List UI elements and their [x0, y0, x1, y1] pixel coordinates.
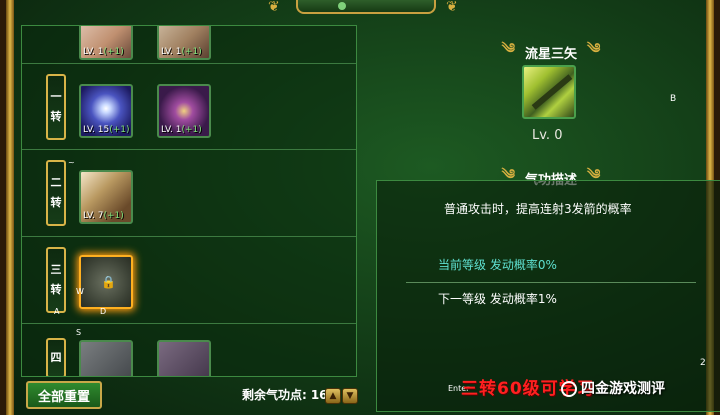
- current-level-effect: 当前等级 发动概率0%: [438, 258, 557, 272]
- scroll-up-icon[interactable]: ▲: [325, 388, 341, 404]
- top-ornament: ❦ ❦: [6, 0, 720, 20]
- hotkey-label: ~: [68, 158, 75, 167]
- watermark: 四金游戏测评: [561, 378, 665, 398]
- skill-level-label: LV. 15(+1): [83, 125, 130, 135]
- hotkey-label: B: [670, 94, 677, 104]
- skill-level-label: LV. 1(+1): [161, 125, 202, 135]
- skill-slot[interactable]: [157, 340, 211, 376]
- frame-border-left: [6, 0, 14, 415]
- divider: [406, 282, 696, 283]
- selected-skill-level: Lv. 0: [532, 128, 563, 143]
- hotkey-label: W: [76, 287, 84, 296]
- title-plate: [296, 0, 436, 14]
- lock-icon: 🔒: [101, 275, 116, 289]
- swirl-ornament-icon: ❦: [446, 0, 458, 15]
- skill-row-top: LV. 1(+1) LV. 1(+1): [22, 26, 356, 64]
- rank-tab-3[interactable]: 三转: [46, 247, 66, 313]
- title-gem-icon: [338, 2, 346, 10]
- cloud-ornament-icon: ༄: [501, 41, 515, 57]
- skill-row-rank-2: 二转 ~ LV. 7(+1): [22, 150, 356, 237]
- hotkey-label: S: [76, 328, 82, 337]
- skill-slot-selected[interactable]: 🔒: [79, 255, 133, 309]
- reset-all-button[interactable]: 全部重置: [26, 381, 102, 409]
- selected-skill-icon: [522, 65, 576, 119]
- skill-slot[interactable]: [79, 340, 133, 376]
- remaining-points: 剩余气功点: 16: [242, 386, 328, 403]
- cloud-ornament-icon: ༄: [587, 41, 601, 57]
- skill-slot[interactable]: LV. 1(+1): [157, 26, 211, 60]
- skill-row-rank-1: 一转 LV. 15(+1) LV. 1(+1): [22, 64, 356, 150]
- skill-row-rank-3: 三转 🔒 W A D: [22, 237, 356, 324]
- hotkey-label: 2: [700, 358, 706, 368]
- skill-slot[interactable]: LV. 1(+1): [79, 26, 133, 60]
- skill-slot[interactable]: LV. 7(+1): [79, 170, 133, 224]
- next-level-effect: 下一等级 发动概率1%: [438, 292, 557, 306]
- rank-tab-1[interactable]: 一转: [46, 74, 66, 140]
- skill-level-label: LV. 1(+1): [161, 47, 202, 57]
- watermark-logo-icon: [561, 381, 577, 397]
- scroll-down-icon[interactable]: ▼: [342, 388, 358, 404]
- skill-slot[interactable]: LV. 15(+1): [79, 84, 133, 138]
- arrow-streak-icon: [531, 74, 573, 110]
- hotkey-label: D: [100, 307, 107, 316]
- rank-tab-4[interactable]: 四: [46, 338, 66, 376]
- rank-tab-2[interactable]: 二转: [46, 160, 66, 226]
- hotkey-label: A: [54, 307, 60, 316]
- skill-slot[interactable]: LV. 1(+1): [157, 84, 211, 138]
- skill-tree-panel[interactable]: LV. 1(+1) LV. 1(+1) 一转 LV. 15(+1) LV. 1(…: [21, 25, 357, 377]
- skill-row-rank-4: S 四: [22, 324, 356, 376]
- game-window: ❦ ❦ LV. 1(+1) LV. 1(+1) 一转 LV. 15(+1) LV…: [0, 0, 720, 415]
- skill-level-label: LV. 1(+1): [83, 47, 124, 57]
- watermark-text: 四金游戏测评: [581, 381, 665, 397]
- skill-description: 普通攻击时，提高连射3发箭的概率: [444, 202, 632, 216]
- skill-name: 流星三矢: [524, 46, 577, 62]
- skill-level-label: LV. 7(+1): [83, 211, 124, 221]
- remaining-points-label: 剩余气功点:: [242, 388, 307, 402]
